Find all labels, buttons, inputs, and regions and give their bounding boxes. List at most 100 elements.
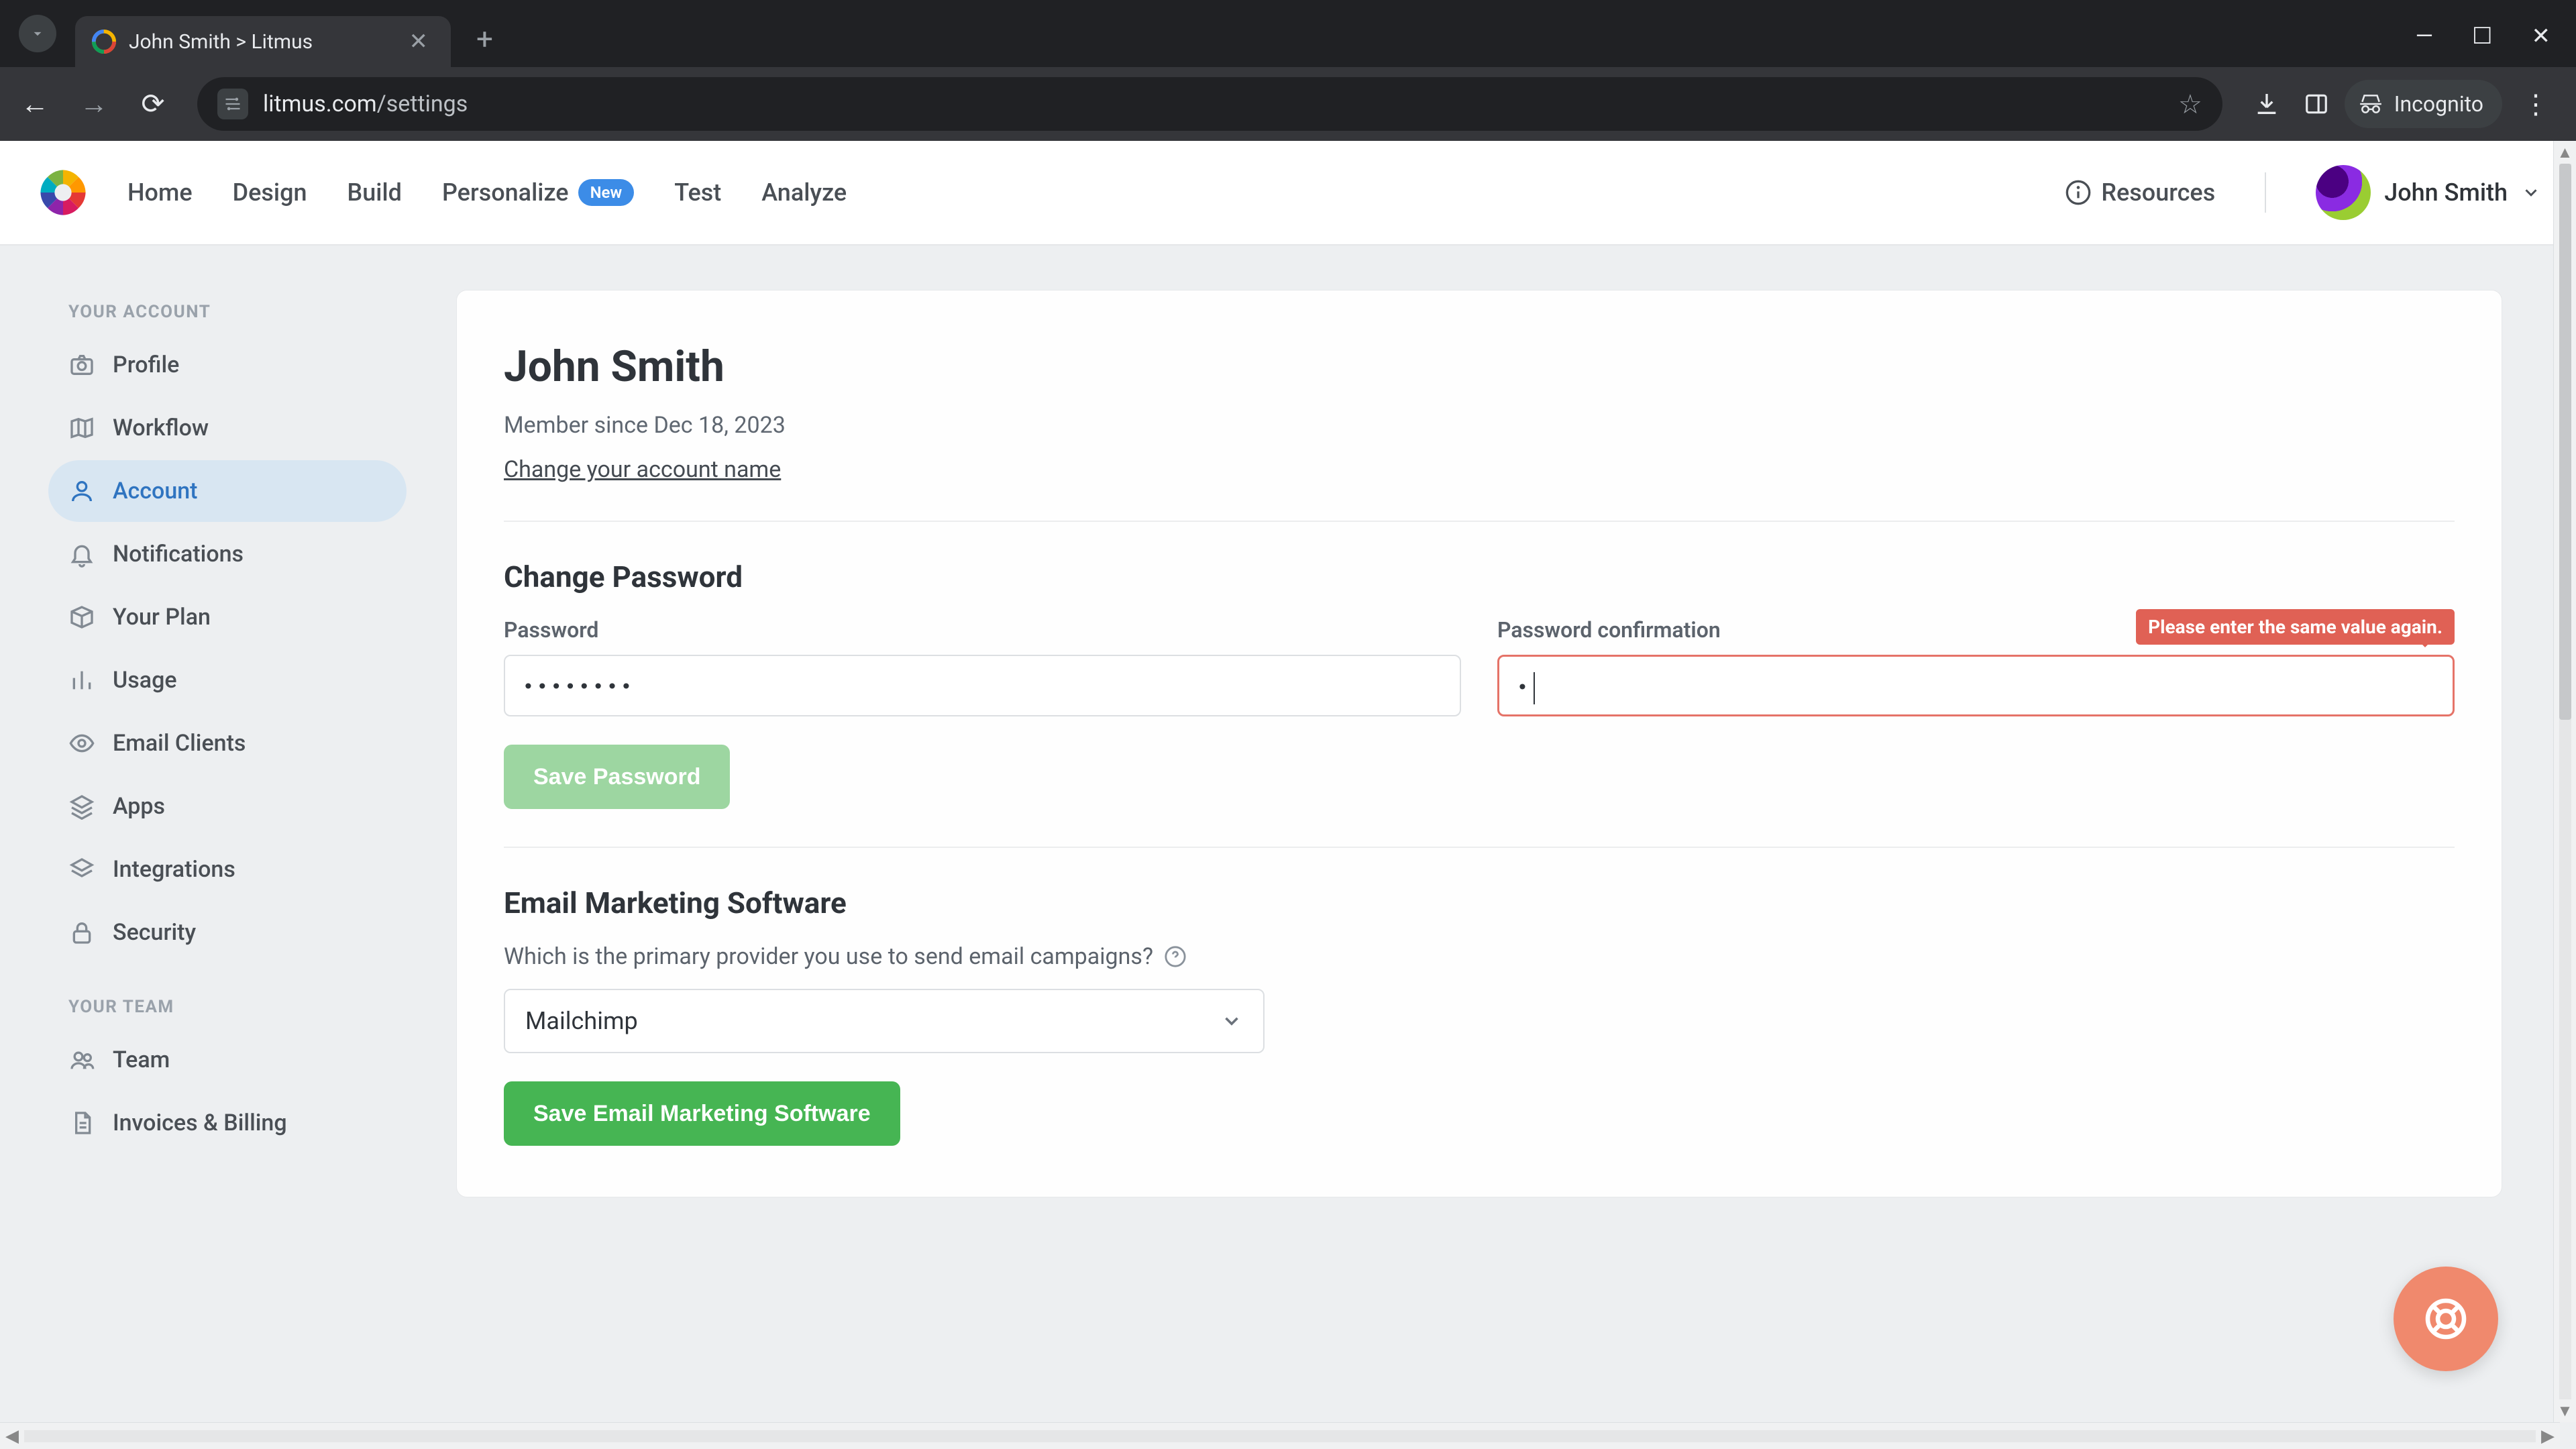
sidebar-item-profile[interactable]: Profile [48, 334, 407, 396]
sidebar-item-label: Security [113, 919, 196, 946]
sidebar-item-workflow[interactable]: Workflow [48, 397, 407, 459]
minimize-button[interactable]: — [2415, 23, 2433, 50]
app-body: YOUR ACCOUNT Profile Workflow Account No… [0, 246, 2576, 1449]
header-divider [2265, 172, 2266, 213]
avatar [2316, 165, 2371, 220]
sidebar-item-email-clients[interactable]: Email Clients [48, 712, 407, 774]
scroll-left-arrow[interactable]: ◀ [0, 1426, 24, 1446]
resources-menu[interactable]: Resources [2065, 178, 2215, 207]
settings-content: John Smith Member since Dec 18, 2023 Cha… [429, 246, 2576, 1449]
page-viewport: Home Design Build Personalize New Test A… [0, 141, 2576, 1449]
litmus-logo-icon[interactable] [35, 164, 91, 221]
url-text: litmus.com/settings [263, 91, 468, 117]
downloads-button[interactable] [2245, 83, 2288, 125]
chrome-menu-button[interactable]: ⋮ [2509, 89, 2563, 120]
chevron-down-icon [29, 25, 46, 42]
sidebar-item-label: Profile [113, 352, 179, 378]
incognito-label: Incognito [2394, 91, 2483, 117]
layers-icon [68, 793, 95, 820]
nav-home[interactable]: Home [127, 178, 193, 207]
address-bar[interactable]: litmus.com/settings ☆ [197, 77, 2222, 131]
maximize-button[interactable]: ☐ [2472, 23, 2492, 50]
nav-build[interactable]: Build [347, 178, 402, 207]
browser-toolbar: ← → ⟳ litmus.com/settings ☆ Incognito ⋮ [0, 67, 2576, 141]
save-password-button[interactable]: Save Password [504, 745, 730, 809]
sidebar-item-security[interactable]: Security [48, 902, 407, 963]
password-label: Password [504, 617, 1461, 643]
tab-strip: John Smith > Litmus ✕ + — ☐ ✕ [0, 0, 2576, 67]
bell-icon [68, 541, 95, 568]
esp-select[interactable]: Mailchimp [504, 989, 1265, 1053]
text-caret [1534, 672, 1535, 704]
download-icon [2253, 91, 2280, 117]
nav-analyze[interactable]: Analyze [761, 178, 847, 207]
save-esp-button[interactable]: Save Email Marketing Software [504, 1081, 900, 1146]
users-icon [68, 1046, 95, 1073]
side-panel-button[interactable] [2295, 83, 2338, 125]
scroll-track[interactable] [2559, 164, 2571, 1399]
scroll-track-h[interactable] [24, 1430, 2536, 1442]
sidebar-item-usage[interactable]: Usage [48, 649, 407, 711]
settings-sidebar: YOUR ACCOUNT Profile Workflow Account No… [0, 246, 429, 1449]
resources-label: Resources [2101, 178, 2215, 207]
map-icon [68, 415, 95, 441]
sidebar-item-label: Account [113, 478, 198, 504]
forward-button[interactable]: → [72, 83, 115, 125]
sidebar-item-apps[interactable]: Apps [48, 775, 407, 837]
tune-icon [223, 95, 242, 113]
chevron-down-icon [1220, 1010, 1243, 1032]
member-since-text: Member since Dec 18, 2023 [504, 412, 2455, 439]
esp-selected-value: Mailchimp [525, 1007, 638, 1035]
browser-tab-active[interactable]: John Smith > Litmus ✕ [75, 16, 451, 67]
chevron-down-icon [2521, 182, 2541, 203]
change-account-name-link[interactable]: Change your account name [504, 456, 781, 483]
scroll-right-arrow[interactable]: ▶ [2536, 1426, 2560, 1446]
tab-close-button[interactable]: ✕ [404, 28, 434, 56]
site-info-button[interactable] [217, 89, 248, 119]
scroll-thumb[interactable] [2559, 164, 2571, 720]
sidebar-item-integrations[interactable]: Integrations [48, 839, 407, 900]
nav-personalize[interactable]: Personalize New [442, 178, 634, 207]
password-field-wrapper: Password •••••••• [504, 617, 1461, 716]
sidebar-item-notifications[interactable]: Notifications [48, 523, 407, 585]
eye-icon [68, 730, 95, 757]
close-window-button[interactable]: ✕ [2532, 23, 2551, 50]
sidebar-item-invoices[interactable]: Invoices & Billing [48, 1092, 407, 1154]
sidebar-item-label: Workflow [113, 415, 209, 441]
info-icon [2065, 179, 2092, 206]
sidebar-item-label: Email Clients [113, 730, 246, 757]
nav-test[interactable]: Test [674, 178, 721, 207]
horizontal-scrollbar[interactable]: ◀ ▶ [0, 1422, 2560, 1449]
password-confirm-input[interactable]: • [1497, 655, 2455, 716]
reload-button[interactable]: ⟳ [131, 83, 174, 125]
sidebar-heading-team: YOUR TEAM [68, 997, 407, 1017]
incognito-icon [2358, 91, 2383, 117]
esp-question-text: Which is the primary provider you use to… [504, 943, 1153, 970]
back-button[interactable]: ← [13, 83, 56, 125]
tab-search-button[interactable] [19, 15, 56, 52]
lifebuoy-icon [2422, 1295, 2470, 1343]
sidebar-item-team[interactable]: Team [48, 1029, 407, 1091]
scroll-up-arrow[interactable]: ▲ [2557, 141, 2573, 164]
app-header: Home Design Build Personalize New Test A… [0, 141, 2576, 246]
password-confirm-field-wrapper: Password confirmation Please enter the s… [1497, 617, 2455, 716]
user-icon [68, 478, 95, 504]
sidebar-item-plan[interactable]: Your Plan [48, 586, 407, 648]
vertical-scrollbar[interactable]: ▲ ▼ [2553, 141, 2576, 1422]
sidebar-item-account[interactable]: Account [48, 460, 407, 522]
user-menu[interactable]: John Smith [2316, 165, 2541, 220]
password-input[interactable]: •••••••• [504, 655, 1461, 716]
panel-icon [2304, 91, 2329, 117]
tab-title: John Smith > Litmus [129, 30, 313, 54]
help-icon[interactable] [1164, 945, 1187, 968]
help-fab[interactable] [2394, 1267, 2498, 1371]
new-tab-button[interactable]: + [476, 21, 493, 56]
box-icon [68, 604, 95, 631]
incognito-indicator[interactable]: Incognito [2345, 80, 2502, 128]
nav-personalize-label: Personalize [442, 178, 569, 207]
sidebar-item-label: Your Plan [113, 604, 211, 631]
browser-window: John Smith > Litmus ✕ + — ☐ ✕ ← → ⟳ litm… [0, 0, 2576, 1449]
bookmark-button[interactable]: ☆ [2178, 89, 2202, 120]
nav-design[interactable]: Design [233, 178, 307, 207]
scroll-down-arrow[interactable]: ▼ [2557, 1399, 2573, 1422]
